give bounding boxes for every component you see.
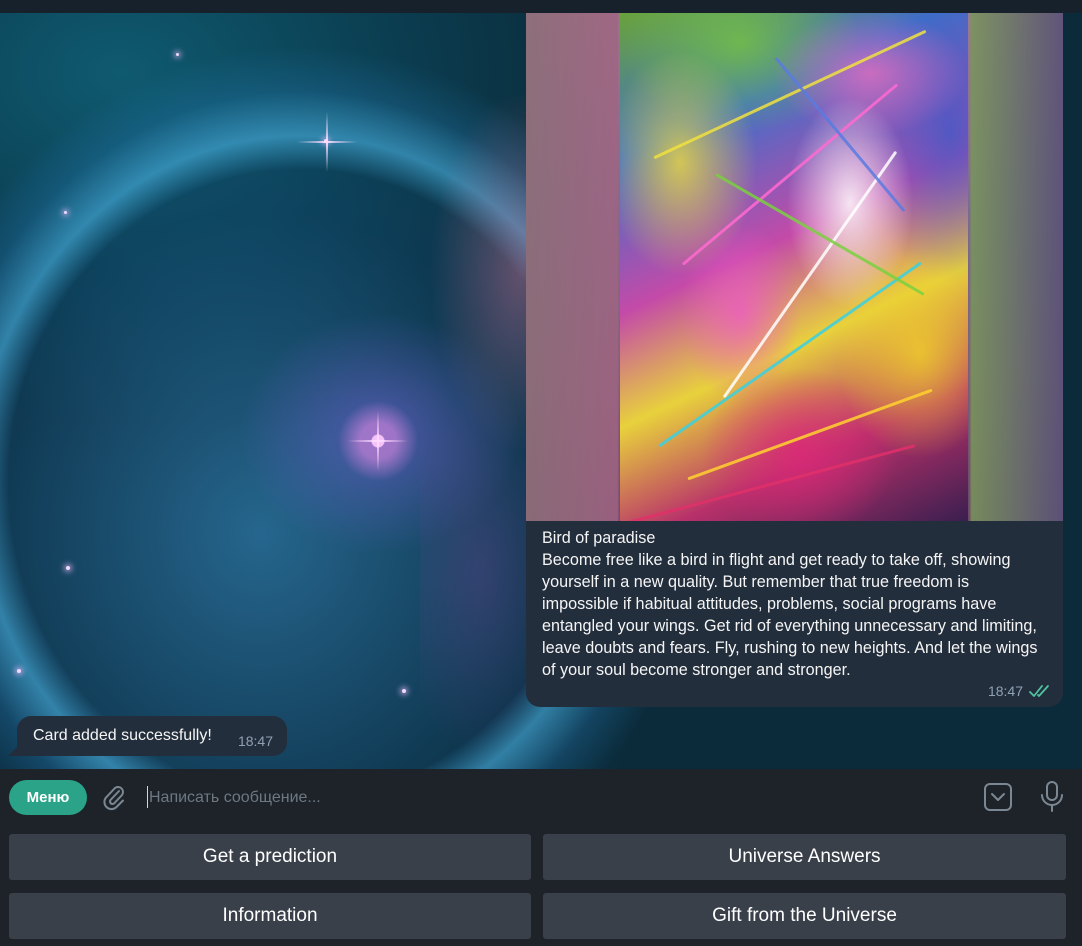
- star-decoration: [17, 669, 21, 673]
- star-decoration: [66, 566, 70, 570]
- keyboard-toggle-icon[interactable]: [983, 782, 1013, 812]
- reply-time: 18:47: [237, 733, 273, 749]
- sparkle-decoration: [348, 411, 418, 481]
- get-prediction-button[interactable]: Get a prediction: [9, 834, 531, 880]
- microphone-icon[interactable]: [1038, 780, 1066, 814]
- message-time: 18:47: [987, 683, 1023, 699]
- reply-message[interactable]: Card added successfully! 18:47: [17, 716, 287, 756]
- sparkle-decoration: [297, 112, 357, 172]
- caption-body: Become free like a bird in flight and ge…: [542, 551, 1038, 679]
- star-decoration: [402, 689, 406, 693]
- double-check-icon: [1029, 685, 1049, 697]
- gift-from-universe-button[interactable]: Gift from the Universe: [543, 893, 1066, 939]
- message-input[interactable]: [147, 781, 951, 815]
- universe-answers-button[interactable]: Universe Answers: [543, 834, 1066, 880]
- top-bar: [0, 0, 1082, 13]
- reply-text: Card added successfully!: [33, 727, 212, 744]
- menu-button[interactable]: Меню: [9, 780, 87, 815]
- image-message[interactable]: Bird of paradise Become free like a bird…: [526, 13, 1063, 707]
- image-caption: Bird of paradise Become free like a bird…: [542, 527, 1047, 681]
- card-image-frame[interactable]: [526, 13, 1063, 521]
- star-decoration: [176, 53, 179, 56]
- caption-title: Bird of paradise: [542, 529, 656, 547]
- star-decoration: [64, 211, 67, 214]
- card-image[interactable]: [620, 13, 968, 521]
- information-button[interactable]: Information: [9, 893, 531, 939]
- paperclip-icon[interactable]: [100, 783, 128, 811]
- message-composer: Меню: [0, 769, 1082, 826]
